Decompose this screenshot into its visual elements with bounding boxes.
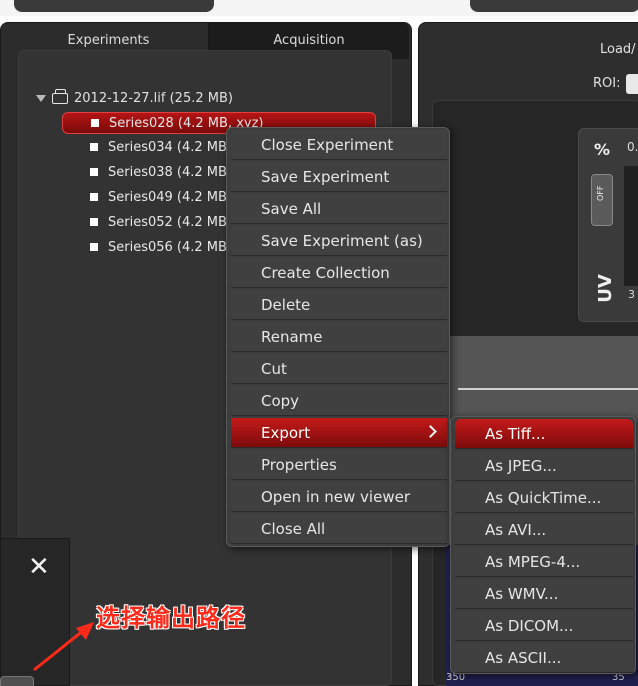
percent-value: 0. — [627, 140, 638, 154]
submenu-item-ascii[interactable]: As ASCII... — [455, 643, 633, 673]
menu-item-save-experiment-as[interactable]: Save Experiment (as) — [231, 226, 447, 256]
series-icon — [90, 243, 98, 251]
menu-item-delete[interactable]: Delete — [231, 290, 447, 320]
spectrum-line — [458, 388, 638, 390]
tree-item-label: Series052 (4.2 MB — [108, 214, 227, 230]
dialog-button[interactable] — [0, 676, 34, 686]
chevron-right-icon — [424, 425, 437, 438]
tree-item-label: Series049 (4.2 MB — [108, 189, 227, 205]
submenu-item-quicktime[interactable]: As QuickTime... — [455, 483, 633, 513]
menu-item-open-in-new-viewer[interactable]: Open in new viewer — [231, 482, 447, 512]
series-icon — [90, 218, 98, 226]
top-strip — [0, 0, 638, 16]
expand-caret-icon[interactable] — [36, 94, 46, 102]
tree-root-file[interactable]: 2012-12-27.lif (25.2 MB) — [36, 88, 233, 108]
menu-item-properties[interactable]: Properties — [231, 450, 447, 480]
submenu-item-jpeg[interactable]: As JPEG... — [455, 451, 633, 481]
menu-item-close-all[interactable]: Close All — [231, 514, 447, 544]
series-icon — [90, 193, 98, 201]
tree-item-series056[interactable]: Series056 (4.2 MB — [90, 236, 227, 258]
toggle-label: OFF — [596, 185, 605, 201]
submenu-item-avi[interactable]: As AVI... — [455, 515, 633, 545]
submenu-item-wmv[interactable]: As WMV... — [455, 579, 633, 609]
slider-track[interactable] — [624, 166, 638, 286]
tree-root-label: 2012-12-27.lif (25.2 MB) — [74, 90, 233, 106]
slider-value: 3 — [628, 288, 635, 301]
uv-off-toggle[interactable]: OFF — [591, 174, 613, 226]
tree-item-series052[interactable]: Series052 (4.2 MB — [90, 211, 227, 233]
menu-item-export-label: Export — [261, 424, 311, 442]
export-submenu: As Tiff... As JPEG... As QuickTime... As… — [450, 416, 636, 674]
submenu-item-dicom[interactable]: As DICOM... — [455, 611, 633, 641]
load-label: Load/ — [600, 42, 636, 57]
roi-label: ROI: — [593, 76, 621, 91]
menu-item-rename[interactable]: Rename — [231, 322, 447, 352]
tree-item-label: Series034 (4.2 MB — [108, 139, 227, 155]
submenu-item-mpeg4[interactable]: As MPEG-4... — [455, 547, 633, 577]
tree-item-series034[interactable]: Series034 (4.2 MB — [90, 136, 227, 158]
menu-item-export[interactable]: Export — [231, 418, 447, 448]
series-icon — [91, 119, 99, 127]
menu-item-cut[interactable]: Cut — [231, 354, 447, 384]
tree-item-label: Series056 (4.2 MB — [108, 239, 227, 255]
top-tab-right — [470, 0, 638, 12]
annotation-arrow-icon — [33, 622, 94, 672]
tree-item-label: Series038 (4.2 MB — [108, 164, 227, 180]
annotation-text: 选择输出路径 — [96, 604, 246, 632]
percent-label: % — [594, 140, 611, 159]
series-icon — [90, 168, 98, 176]
uv-label: UV — [594, 274, 616, 303]
roi-dropdown[interactable] — [626, 74, 638, 94]
top-tab-left — [14, 0, 214, 12]
series-icon — [90, 143, 98, 151]
menu-item-copy[interactable]: Copy — [231, 386, 447, 416]
context-menu: Close Experiment Save Experiment Save Al… — [226, 127, 450, 547]
submenu-item-tiff[interactable]: As Tiff... — [455, 419, 633, 449]
menu-item-create-collection[interactable]: Create Collection — [231, 258, 447, 288]
menu-item-save-experiment[interactable]: Save Experiment — [231, 162, 447, 192]
tree-item-series049[interactable]: Series049 (4.2 MB — [90, 186, 227, 208]
tree-item-series038[interactable]: Series038 (4.2 MB — [90, 161, 227, 183]
menu-item-save-all[interactable]: Save All — [231, 194, 447, 224]
menu-item-close-experiment[interactable]: Close Experiment — [231, 130, 447, 160]
close-icon[interactable]: ✕ — [28, 554, 50, 580]
drive-icon — [52, 88, 68, 104]
